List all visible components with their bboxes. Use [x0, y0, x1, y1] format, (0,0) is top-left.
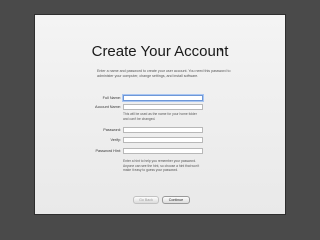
go-back-button[interactable]: Go Back — [133, 196, 159, 204]
password-field[interactable] — [123, 127, 203, 133]
password-hint-help: Enter a hint to help you remember your p… — [123, 159, 200, 173]
account-name-help: This will be used as the name for your h… — [123, 112, 197, 121]
full-name-field[interactable] — [123, 95, 203, 101]
continue-button[interactable]: Continue — [162, 196, 190, 204]
mouse-cursor-icon — [220, 49, 222, 52]
password-hint-label: Password Hint: — [95, 149, 121, 153]
intro-text: Enter a name and password to create your… — [97, 69, 231, 78]
password-label: Password: — [103, 128, 121, 132]
desktop-background: Create Your Account Enter a name and pas… — [0, 0, 320, 240]
verify-field[interactable] — [123, 137, 203, 143]
account-name-field[interactable] — [123, 104, 203, 110]
account-name-label: Account Name: — [95, 105, 121, 109]
password-hint-field[interactable] — [123, 148, 203, 154]
full-name-label: Full Name: — [102, 96, 121, 100]
verify-label: Verify: — [110, 138, 121, 142]
page-title: Create Your Account — [91, 43, 229, 60]
